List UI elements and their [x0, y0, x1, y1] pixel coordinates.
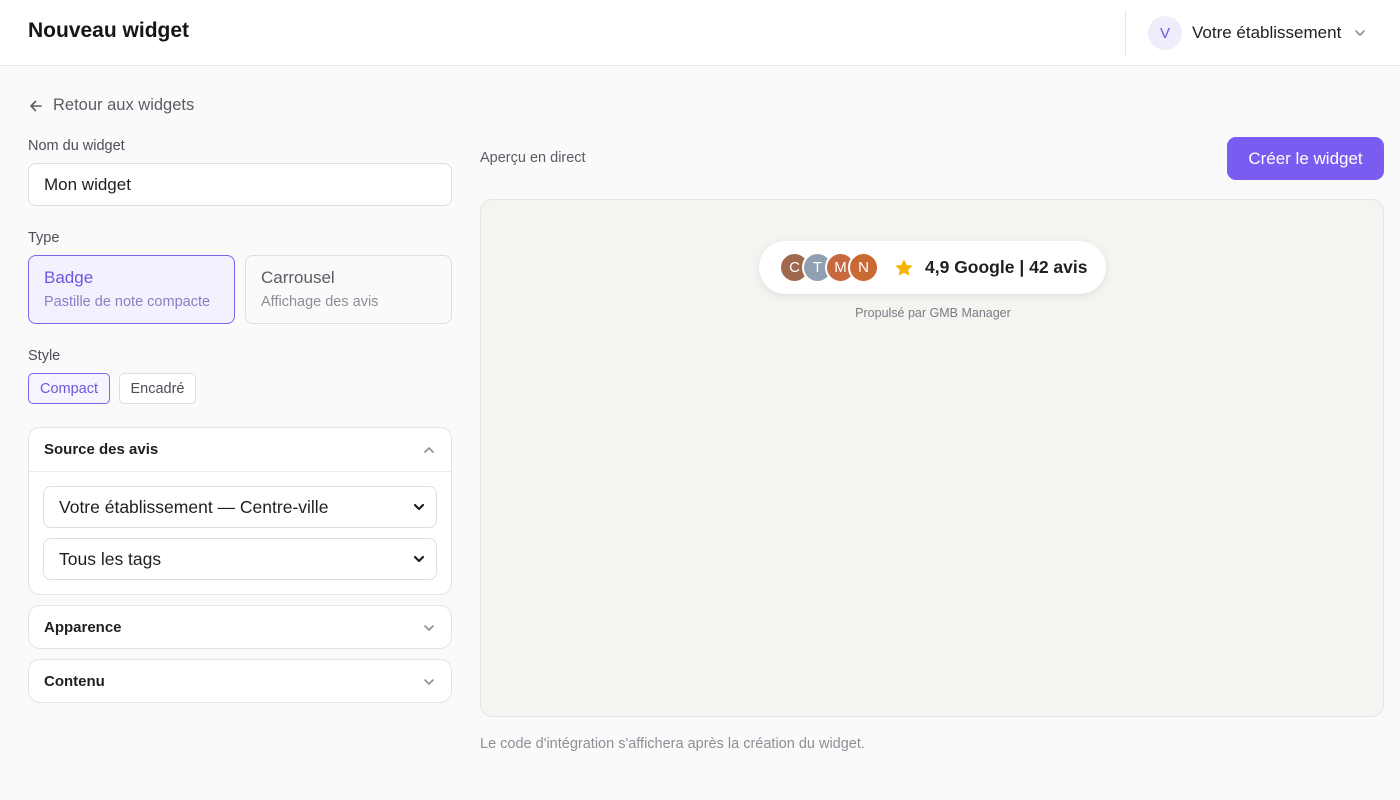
chevron-down-icon [424, 678, 434, 685]
business-name: Votre établissement [1192, 23, 1342, 42]
content-panel[interactable]: Contenu [28, 659, 452, 703]
back-to-widgets-link[interactable]: Retour aux widgets [28, 96, 194, 115]
arrow-left-icon [30, 100, 42, 111]
top-header: Nouveau widget V Votre établissement [0, 0, 1400, 66]
chevron-down-icon [424, 624, 434, 631]
appearance-header[interactable]: Apparence [29, 606, 451, 649]
reviewer-avatar: N [848, 252, 879, 283]
type-option-carousel[interactable]: Carrousel Affichage des avis [245, 255, 452, 324]
type-label: Type [28, 230, 60, 246]
type-option-subtitle: Pastille de note compacte [44, 294, 211, 310]
panel-title: Source des avis [44, 441, 159, 458]
tags-select-value: Tous les tags [59, 548, 162, 569]
star-icon [895, 258, 913, 276]
chevron-down-icon [1355, 30, 1366, 36]
review-source-panel: Source des avis Votre établissement — Ce… [28, 427, 452, 595]
widget-name-label: Nom du widget [28, 138, 125, 154]
embed-code-note: Le code d'intégration s'affichera après … [480, 736, 865, 752]
appearance-panel[interactable]: Apparence [28, 605, 452, 649]
live-preview-label: Aperçu en direct [480, 150, 586, 166]
business-avatar: V [1148, 16, 1182, 50]
review-source-body: Votre établissement — Centre-ville Tous … [29, 471, 451, 580]
panel-title: Contenu [44, 673, 105, 690]
location-select-value: Votre établissement — Centre-ville [59, 496, 329, 517]
type-option-subtitle: Affichage des avis [261, 294, 379, 310]
style-option-framed[interactable]: Encadré [119, 373, 196, 404]
business-selector[interactable]: V Votre établissement [1148, 16, 1367, 50]
rating-badge-preview: CTMN 4,9 Google | 42 avis [759, 241, 1106, 294]
chevron-down-icon [413, 503, 425, 511]
reviewer-avatars: CTMN [779, 252, 879, 283]
type-option-badge[interactable]: Badge Pastille de note compacte [28, 255, 235, 324]
preview-canvas: CTMN 4,9 Google | 42 avis Propulsé par G… [480, 199, 1384, 717]
chevron-up-icon [424, 446, 434, 453]
chevron-down-icon [413, 555, 425, 563]
location-select[interactable]: Votre établissement — Centre-ville [43, 486, 437, 528]
type-option-title: Badge [44, 268, 94, 287]
style-label: Style [28, 348, 61, 364]
header-divider [1125, 10, 1126, 56]
powered-by-text: Propulsé par GMB Manager [855, 306, 1011, 320]
content-header[interactable]: Contenu [29, 660, 451, 703]
back-link-label: Retour aux widgets [53, 96, 195, 114]
rating-summary: 4,9 Google | 42 avis [925, 257, 1088, 277]
review-source-header[interactable]: Source des avis [29, 428, 451, 471]
widget-name-input[interactable] [28, 163, 452, 206]
panel-title: Apparence [44, 619, 122, 636]
page-title: Nouveau widget [28, 19, 190, 42]
style-option-compact[interactable]: Compact [28, 373, 110, 404]
create-widget-button[interactable]: Créer le widget [1227, 137, 1384, 180]
type-option-title: Carrousel [261, 268, 335, 287]
tags-select[interactable]: Tous les tags [43, 538, 437, 580]
